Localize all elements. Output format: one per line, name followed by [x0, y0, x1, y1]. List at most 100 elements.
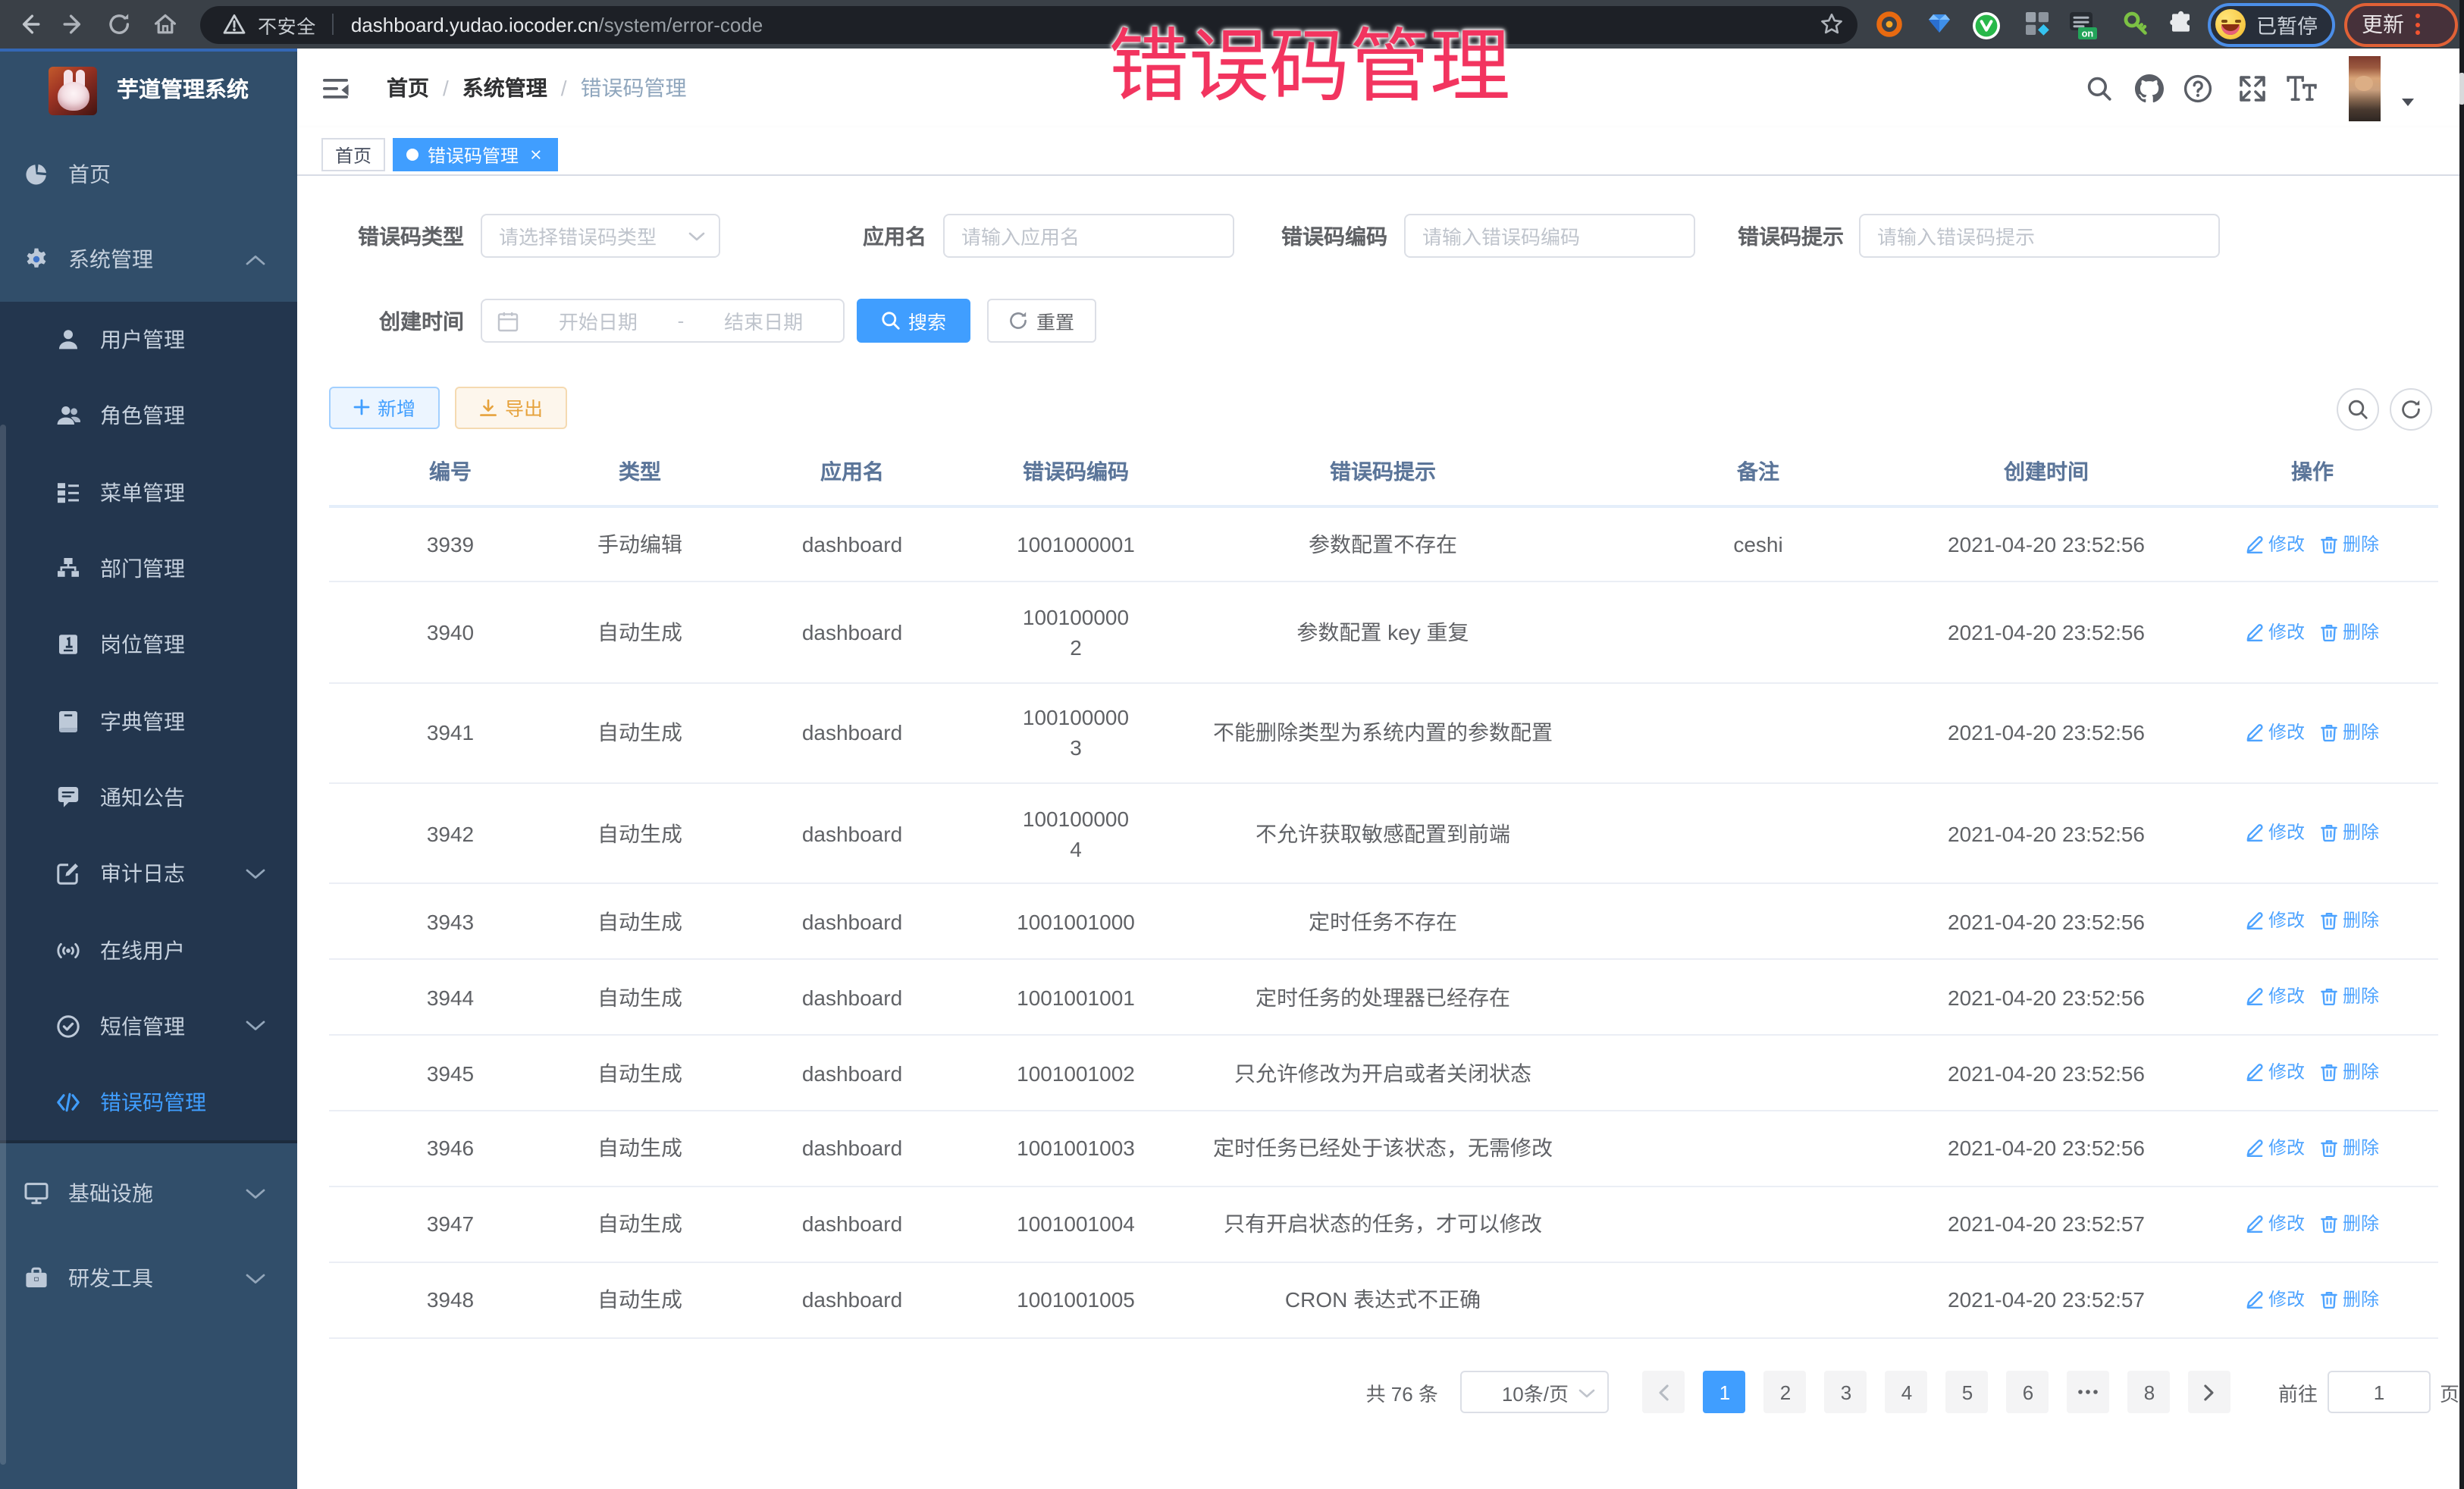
puzzle-icon[interactable]	[2168, 11, 2193, 36]
reset-button[interactable]: 重置	[987, 299, 1096, 343]
sidebar-item-9[interactable]: 审计日志	[0, 835, 297, 912]
page-content: 错误码类型 请选择错误码类型 应用名 请输入应用名 错误码编码 请输入错误码编码…	[297, 176, 2464, 1489]
browser-profile-button[interactable]: 已暂停	[2208, 2, 2334, 46]
delete-link[interactable]: 删除	[2320, 905, 2379, 936]
user-avatar[interactable]	[2349, 55, 2380, 121]
delete-link[interactable]: 删除	[2320, 1133, 2379, 1163]
error-code-input[interactable]: 请输入错误码编码	[1404, 214, 1695, 258]
edit-link[interactable]: 修改	[2246, 1057, 2305, 1087]
edit-link[interactable]: 修改	[2246, 717, 2305, 748]
filter-date-label: 创建时间	[379, 306, 464, 336]
add-button[interactable]: 新增	[329, 386, 440, 429]
browser-update-button[interactable]: 更新	[2343, 2, 2457, 46]
refresh-button[interactable]	[2390, 388, 2432, 431]
date-range-picker[interactable]: 开始日期 - 结束日期	[481, 299, 845, 343]
address-bar[interactable]: 不安全 dashboard.yudao.iocoder.cn/system/er…	[200, 5, 1857, 43]
sidebar-item-8[interactable]: 通知公告	[0, 760, 297, 836]
list-on-icon[interactable]: on	[2067, 11, 2096, 39]
blue-gem-icon[interactable]	[1926, 11, 1951, 35]
sidebar-scrollbar[interactable]	[0, 425, 6, 1465]
sidebar-item-14[interactable]: 研发工具	[0, 1237, 297, 1321]
key-icon[interactable]	[2122, 11, 2148, 36]
sidebar-logo[interactable]: 芋道管理系统	[0, 52, 297, 132]
search-button[interactable]: 搜索	[857, 299, 970, 343]
sidebar-item-0[interactable]: 首页	[0, 132, 297, 217]
tag-close-icon[interactable]: ×	[529, 147, 542, 163]
page-button-5[interactable]: 5	[1946, 1371, 1989, 1413]
delete-link[interactable]: 删除	[2320, 1284, 2379, 1314]
fullscreen-icon[interactable]	[2237, 49, 2266, 127]
page-jump-input[interactable]: 1	[2328, 1371, 2431, 1413]
error-msg-input[interactable]: 请输入错误码提示	[1859, 214, 2220, 258]
edit-link[interactable]: 修改	[2246, 1284, 2305, 1314]
page-button-3[interactable]: 3	[1825, 1371, 1867, 1413]
pagination-more[interactable]	[2067, 1371, 2110, 1413]
reload-icon[interactable]	[105, 9, 135, 39]
page-button-1[interactable]: 1	[1704, 1371, 1746, 1413]
sidebar-item-3[interactable]: 角色管理	[0, 378, 297, 455]
forward-icon[interactable]	[59, 9, 89, 39]
bookmark-star-icon[interactable]	[1820, 12, 1844, 36]
logo-rabbit-image	[49, 67, 97, 115]
grid-icon[interactable]	[2024, 11, 2049, 36]
prev-page-button[interactable]	[1643, 1371, 1685, 1413]
delete-link[interactable]: 删除	[2320, 1208, 2379, 1239]
edit-link[interactable]: 修改	[2246, 1208, 2305, 1239]
delete-link[interactable]: 删除	[2320, 981, 2379, 1011]
delete-link[interactable]: 删除	[2320, 616, 2379, 647]
sidebar-item-5[interactable]: 部门管理	[0, 531, 297, 607]
sidebar-item-10[interactable]: 在线用户	[0, 912, 297, 989]
sidebar-item-4[interactable]: 菜单管理	[0, 454, 297, 531]
github-icon[interactable]	[2134, 49, 2163, 127]
font-size-icon[interactable]	[2286, 49, 2316, 127]
sidebar-item-11[interactable]: 短信管理	[0, 988, 297, 1064]
page-button-8[interactable]: 8	[2128, 1371, 2171, 1413]
export-button[interactable]: 导出	[455, 386, 567, 429]
sidebar-item-7[interactable]: 字典管理	[0, 683, 297, 760]
delete-link[interactable]: 删除	[2320, 1057, 2379, 1087]
page-size-select[interactable]: 10条/页	[1461, 1371, 1610, 1413]
window-scrollbar[interactable]	[2459, 0, 2464, 1489]
security-label[interactable]: 不安全	[258, 10, 316, 39]
edit-link[interactable]: 修改	[2246, 817, 2305, 848]
page: 不安全 dashboard.yudao.iocoder.cn/system/er…	[0, 0, 2464, 1489]
chevron-down-icon	[246, 1021, 265, 1032]
help-icon[interactable]	[2183, 49, 2212, 127]
cell-msg: 参数配置 key 重复	[1155, 582, 1610, 683]
orange-ring-icon[interactable]	[1876, 11, 1903, 38]
search-icon[interactable]	[2086, 49, 2112, 127]
avatar-dropdown-caret-icon[interactable]	[2402, 99, 2414, 106]
sidebar-item-6[interactable]: 岗位管理	[0, 607, 297, 683]
browser-menu-icon[interactable]	[2415, 14, 2419, 35]
sidebar-item-1[interactable]: 系统管理	[0, 217, 297, 302]
delete-link[interactable]: 删除	[2320, 528, 2379, 559]
cell-type: 自动生成	[572, 1186, 708, 1262]
edit-icon	[2246, 911, 2264, 929]
edit-link[interactable]: 修改	[2246, 1133, 2305, 1163]
page-button-2[interactable]: 2	[1764, 1371, 1807, 1413]
delete-link[interactable]: 删除	[2320, 817, 2379, 848]
back-icon[interactable]	[14, 9, 44, 39]
tag-1[interactable]: 错误码管理×	[393, 138, 558, 171]
edit-link[interactable]: 修改	[2246, 528, 2305, 559]
sidebar-item-13[interactable]: 基础设施	[0, 1152, 297, 1237]
sidebar-item-2[interactable]: 用户管理	[0, 302, 297, 378]
home-icon[interactable]	[150, 9, 180, 39]
page-button-6[interactable]: 6	[2007, 1371, 2049, 1413]
edit-link[interactable]: 修改	[2246, 981, 2305, 1011]
scrollbar-thumb[interactable]	[2459, 73, 2463, 105]
delete-link[interactable]: 删除	[2320, 717, 2379, 748]
green-badge-icon[interactable]	[1970, 11, 2001, 41]
url-path[interactable]: /system/error-code	[599, 13, 763, 36]
edit-link[interactable]: 修改	[2246, 616, 2305, 647]
sidebar-item-12[interactable]: 错误码管理	[0, 1064, 297, 1141]
tag-0[interactable]: 首页	[321, 138, 385, 171]
next-page-button[interactable]	[2189, 1371, 2231, 1413]
error-type-select[interactable]: 请选择错误码类型	[481, 214, 720, 258]
toggle-search-button[interactable]	[2337, 388, 2379, 431]
page-button-4[interactable]: 4	[1886, 1371, 1928, 1413]
edit-link[interactable]: 修改	[2246, 905, 2305, 936]
app-name-input[interactable]: 请输入应用名	[943, 214, 1234, 258]
filter-msg-label: 错误码提示	[1738, 221, 1844, 251]
url-host[interactable]: dashboard.yudao.iocoder.cn	[351, 13, 599, 36]
